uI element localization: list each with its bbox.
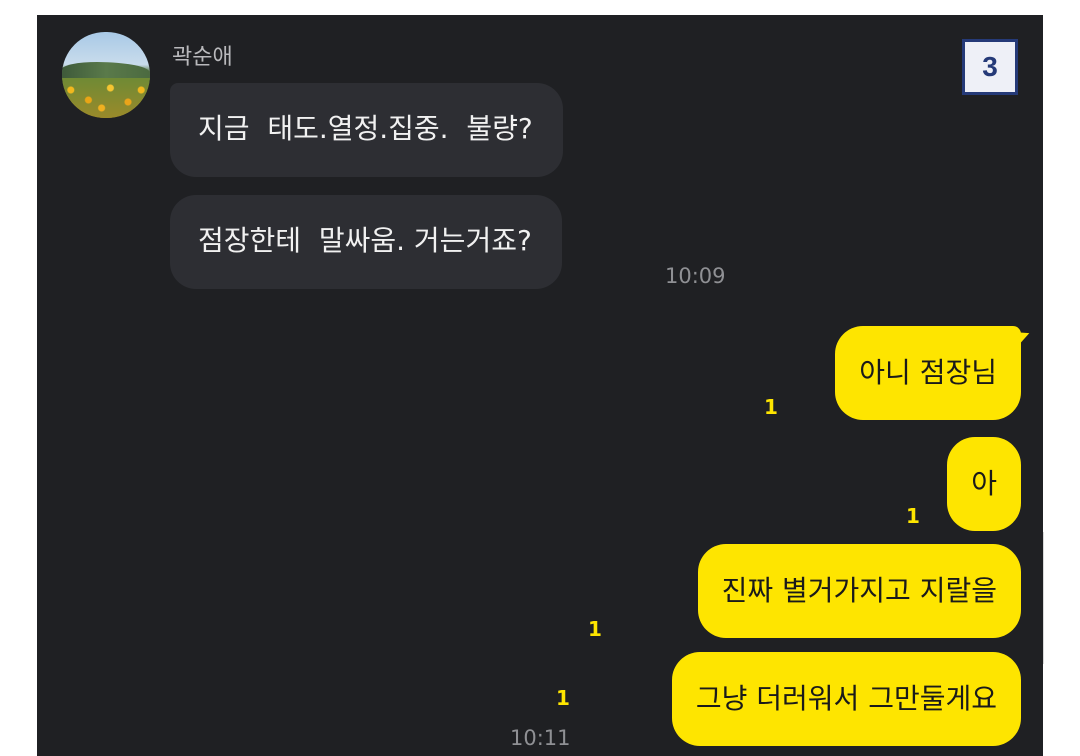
outgoing-message[interactable]: 아니 점장님 (835, 326, 1021, 420)
page-number-badge: 3 (962, 39, 1018, 95)
outgoing-message[interactable]: 진짜 별거가지고 지랄을 (697, 544, 1021, 638)
unread-count: 1 (906, 504, 920, 528)
unread-count: 1 (764, 395, 778, 419)
avatar[interactable] (62, 32, 150, 118)
unread-count: 1 (556, 686, 570, 710)
outgoing-message[interactable]: 그냥 더러워서 그만둘게요 (671, 652, 1021, 746)
unread-count: 1 (588, 617, 602, 641)
sender-name[interactable]: 곽순애 (172, 39, 233, 71)
incoming-timestamp: 10:09 (665, 264, 726, 288)
incoming-message[interactable]: 점장한테 말싸움. 거는거죠? (170, 195, 562, 289)
outgoing-message[interactable]: 아 (947, 437, 1021, 531)
avatar-flower-field (62, 78, 150, 118)
outgoing-timestamp: 10:11 (510, 726, 571, 750)
incoming-message[interactable]: 지금 태도.열정.집중. 불량? (170, 83, 563, 177)
chat-room[interactable]: 곽순애 지금 태도.열정.집중. 불량? 점장한테 말싸움. 거는거죠? 10:… (37, 15, 1043, 756)
